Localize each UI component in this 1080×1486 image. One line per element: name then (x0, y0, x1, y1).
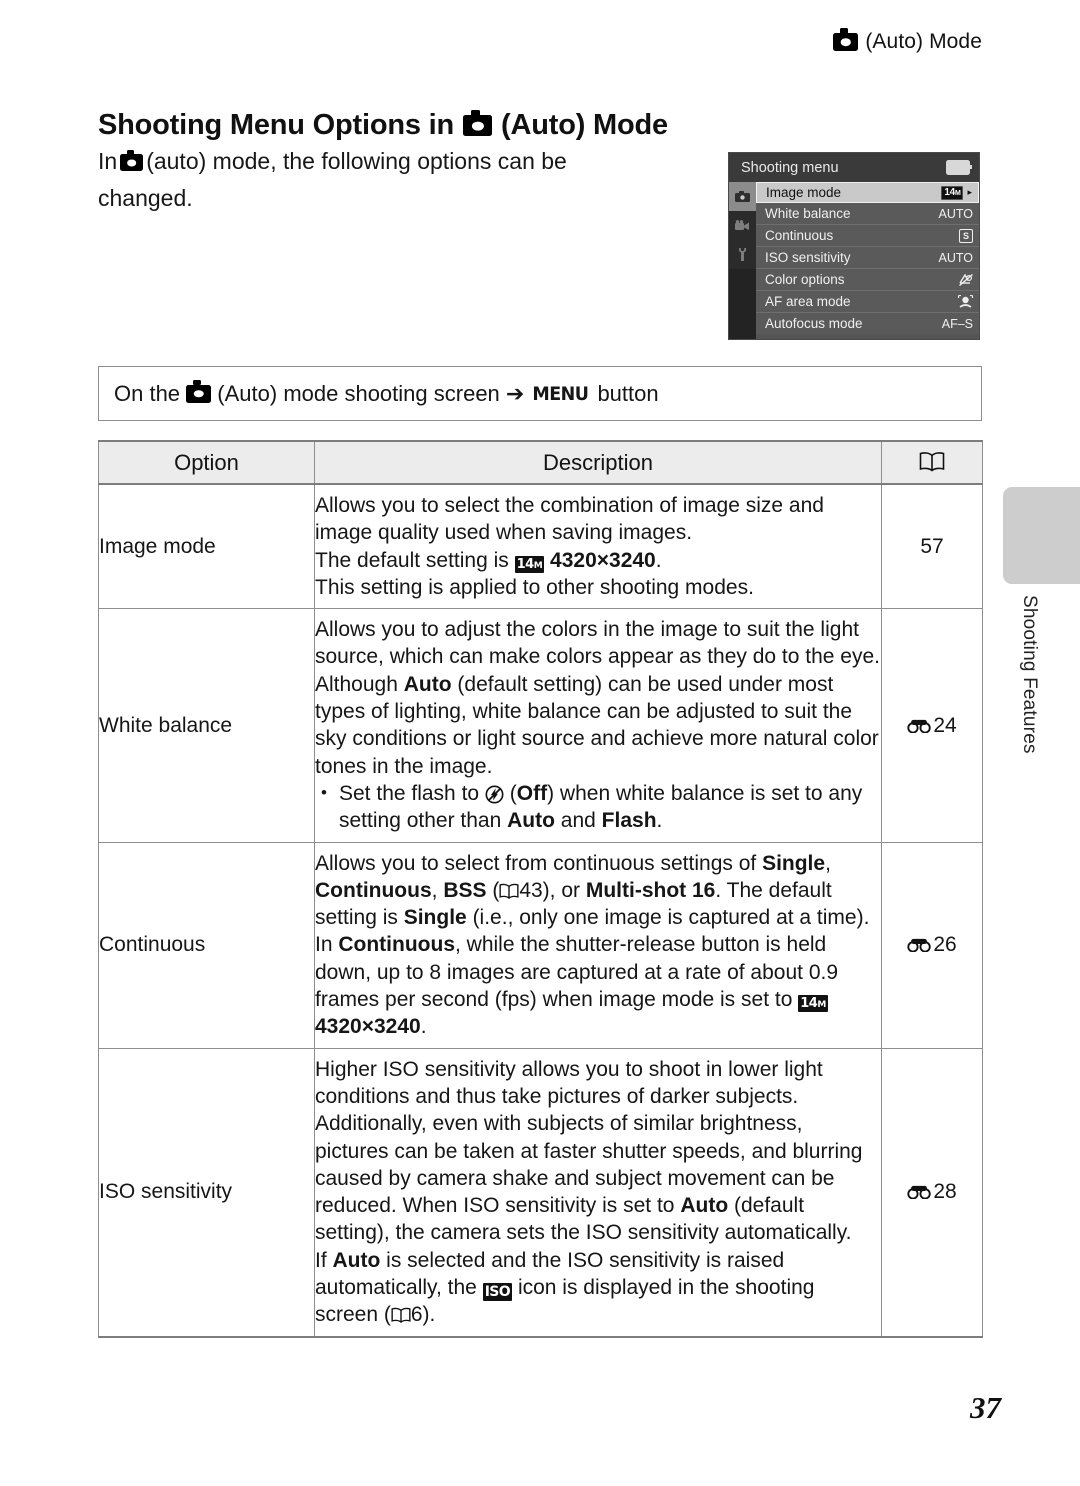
option-name: White balance (98, 608, 315, 843)
table-row: White balance Allows you to adjust the c… (98, 608, 983, 843)
menu-path-after: button (597, 380, 659, 406)
camera-menu-tab-movie[interactable] (729, 211, 756, 240)
running-head-label: (Auto) Mode (865, 30, 982, 53)
camera-icon (833, 28, 859, 51)
camera-icon (186, 379, 212, 403)
camera-menu-screenshot: Shooting menu Image mode 14M ▸ White bal… (728, 152, 980, 340)
battery-icon (946, 160, 972, 175)
image-mode-14m-icon: 14M (514, 555, 545, 573)
page-number: 37 (970, 1390, 1001, 1425)
camera-menu-row-continuous[interactable]: Continuous S (756, 225, 979, 247)
shooting-menu-options-table: Option Description Image mode Allows you… (98, 440, 983, 1338)
description-line: Allows you to select the combination of … (315, 494, 824, 545)
description-line: In Continuous, while the shutter-release… (315, 933, 839, 1039)
option-name: Continuous (98, 842, 315, 1049)
option-description: Allows you to select from continuous set… (314, 842, 882, 1049)
camera-menu-row-label: AF area mode (765, 294, 851, 309)
camera-menu-row-white-balance[interactable]: White balance AUTO (756, 203, 979, 225)
camera-icon (735, 191, 750, 202)
E-reference-icon (907, 939, 932, 953)
camera-menu-row-value: AF–S (941, 316, 973, 331)
camera-menu-row-label: Image mode (766, 185, 842, 200)
wrench-icon (739, 248, 746, 261)
side-tab-marker (1003, 487, 1080, 584)
reference-page: 26 (881, 842, 983, 1049)
description-line: Allows you to select from continuous set… (315, 851, 870, 930)
menu-path-before: On the (114, 380, 181, 406)
option-description: Allows you to adjust the colors in the i… (314, 608, 882, 843)
description-line: Higher ISO sensitivity allows you to sho… (315, 1057, 863, 1245)
camera-menu-row-af-area-mode[interactable]: AF area mode (756, 291, 979, 313)
camera-icon (463, 109, 493, 137)
description-line: Allows you to adjust the colors in the i… (315, 618, 880, 778)
colour-off-icon (959, 273, 973, 286)
image-mode-14m-icon: 14M (798, 995, 828, 1013)
reference-page: 24 (881, 608, 983, 843)
reference-page: 57 (881, 484, 983, 610)
description-bullet: Set the flash to (Off) when white balanc… (315, 779, 881, 835)
table-row: ISO sensitivity Higher ISO sensitivity a… (98, 1048, 983, 1338)
table-header-row: Option Description (98, 440, 983, 485)
option-description: Higher ISO sensitivity allows you to sho… (314, 1048, 882, 1338)
page-title: Shooting Menu Options in (Auto) Mode (98, 109, 668, 142)
book-icon (499, 883, 519, 899)
description-line: This setting is applied to other shootin… (315, 575, 754, 599)
camera-menu-row-label: White balance (765, 206, 851, 221)
camera-menu-row-color-options[interactable]: Color options (756, 269, 979, 291)
table-row: Continuous Allows you to select from con… (98, 842, 983, 1049)
description-line: The default setting is 14M 4320×3240. (315, 548, 662, 573)
intro-before: In (98, 148, 118, 174)
column-header-option: Option (98, 440, 315, 485)
camera-menu-row-label: Autofocus mode (765, 316, 863, 331)
camera-icon (120, 149, 144, 171)
camera-menu-row-label: ISO sensitivity (765, 250, 851, 265)
camera-menu-row-autofocus-mode[interactable]: Autofocus mode AF–S (756, 313, 979, 334)
menu-path-box: On the (Auto) mode shooting screen ➔ MEN… (98, 366, 982, 421)
page-title-prefix: Shooting Menu Options in (98, 109, 455, 142)
camera-menu-tab-shooting[interactable] (729, 182, 756, 211)
camera-menu-row-label: Color options (765, 272, 845, 287)
column-header-reference (881, 440, 983, 485)
description-line: If Auto is selected and the ISO sensitiv… (315, 1248, 815, 1327)
camera-menu-tab-setup[interactable] (729, 240, 756, 269)
arrow-right-icon: ➔ (505, 380, 525, 406)
camera-menu-row-value: AUTO (938, 250, 974, 265)
intro-paragraph: In (auto) mode, the following options can… (98, 143, 658, 217)
side-tab-label: Shooting Features (1019, 595, 1040, 754)
image-mode-badge-icon: 14M (941, 185, 964, 200)
camera-menu-rowlist: Image mode 14M ▸ White balance AUTO Cont… (756, 182, 979, 339)
E-reference-icon (907, 1186, 932, 1200)
option-description: Allows you to select the combination of … (314, 484, 882, 610)
page-title-suffix: (Auto) Mode (501, 109, 668, 142)
camera-menu-title: Shooting menu (741, 159, 839, 176)
flash-off-icon (485, 785, 504, 804)
iso-indicator-icon: ISO (482, 1283, 513, 1302)
camera-menu-tablist (729, 182, 756, 339)
reference-number: 28 (933, 1180, 957, 1204)
single-shot-icon: S (958, 228, 973, 243)
option-name: ISO sensitivity (98, 1048, 315, 1338)
E-reference-icon (907, 719, 932, 733)
menu-button-label: MENU (532, 382, 590, 405)
column-header-description: Description (314, 440, 882, 485)
camera-menu-row-value: AUTO (938, 206, 974, 221)
option-name: Image mode (98, 484, 315, 610)
reference-page: 28 (881, 1048, 983, 1338)
face-priority-icon (958, 295, 973, 308)
table-row: Image mode Allows you to select the comb… (98, 484, 983, 610)
camera-menu-row-iso-sensitivity[interactable]: ISO sensitivity AUTO (756, 247, 979, 269)
movie-camera-icon (735, 220, 749, 230)
intro-after: (auto) mode, the following options can b… (98, 148, 567, 211)
chevron-right-icon: ▸ (967, 187, 972, 197)
book-icon (391, 1308, 411, 1324)
reference-number: 24 (933, 713, 957, 737)
camera-menu-row-label: Continuous (765, 228, 834, 243)
book-icon (919, 451, 945, 472)
running-head: (Auto) Mode (833, 28, 982, 54)
camera-menu-titlebar: Shooting menu (729, 153, 979, 182)
menu-path-middle: (Auto) mode shooting screen (217, 380, 500, 406)
camera-menu-row-image-mode[interactable]: Image mode 14M ▸ (756, 182, 979, 203)
reference-number: 26 (933, 933, 957, 957)
